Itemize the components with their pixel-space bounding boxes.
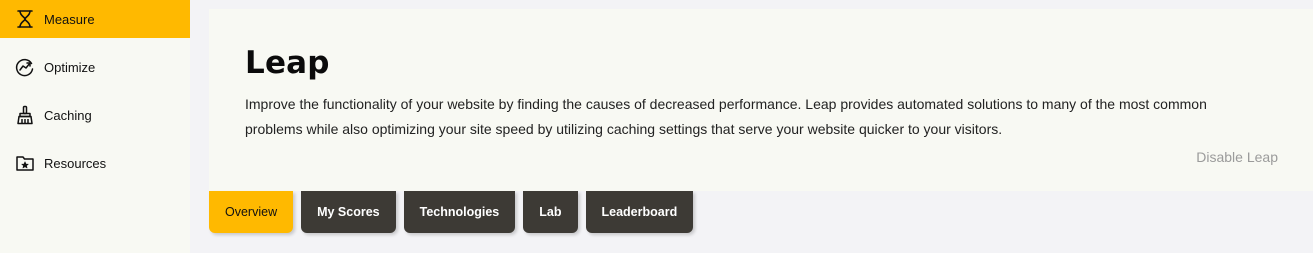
sidebar-item-resources[interactable]: Resources xyxy=(0,144,190,182)
trend-up-icon xyxy=(14,56,36,78)
sidebar-item-optimize[interactable]: Optimize xyxy=(0,48,190,86)
sidebar-item-label: Measure xyxy=(44,11,95,27)
intro-card: Leap Improve the functionality of your w… xyxy=(209,9,1313,191)
broom-icon xyxy=(14,104,36,126)
tab-lab[interactable]: Lab xyxy=(523,191,578,233)
hourglass-icon xyxy=(14,8,36,30)
tab-overview[interactable]: Overview xyxy=(209,191,294,233)
disable-leap-link[interactable]: Disable Leap xyxy=(1196,149,1278,165)
sidebar-item-caching[interactable]: Caching xyxy=(0,96,190,134)
sidebar: Measure Optimize Caching Resources xyxy=(0,0,190,253)
tab-my-scores[interactable]: My Scores xyxy=(301,191,396,233)
folder-star-icon xyxy=(14,152,36,174)
page-title: Leap xyxy=(245,45,330,81)
sidebar-item-label: Caching xyxy=(44,107,92,123)
page-description: Improve the functionality of your websit… xyxy=(245,96,1207,137)
sidebar-item-measure[interactable]: Measure xyxy=(0,0,190,38)
tab-technologies[interactable]: Technologies xyxy=(403,191,516,233)
tab-bar: Overview My Scores Technologies Lab Lead… xyxy=(209,191,694,233)
sidebar-item-label: Resources xyxy=(44,155,107,171)
sidebar-item-label: Optimize xyxy=(44,59,96,75)
tab-leaderboard[interactable]: Leaderboard xyxy=(585,191,694,233)
